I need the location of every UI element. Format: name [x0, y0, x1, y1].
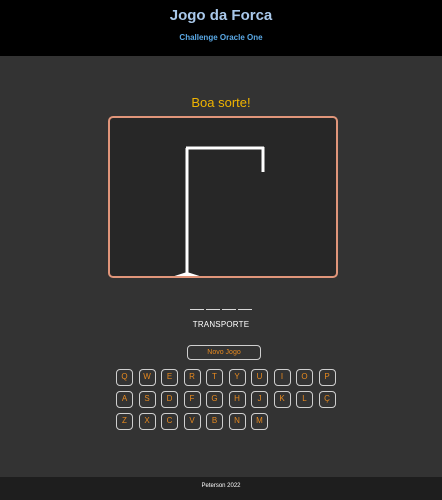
- header: Jogo da Forca Challenge Oracle One: [0, 0, 442, 56]
- new-game-button[interactable]: Novo Jogo: [187, 345, 261, 360]
- key-p[interactable]: P: [318, 369, 336, 386]
- letter-slot: [222, 309, 236, 310]
- key-y[interactable]: Y: [228, 369, 246, 386]
- key-t[interactable]: T: [206, 369, 223, 386]
- key-v[interactable]: V: [183, 413, 201, 430]
- key-l[interactable]: L: [296, 391, 313, 408]
- key-z[interactable]: Z: [116, 413, 133, 430]
- footer: Peterson 2022: [0, 477, 442, 500]
- key-s[interactable]: S: [138, 391, 156, 408]
- key-x[interactable]: X: [138, 413, 156, 430]
- key-j[interactable]: J: [251, 391, 268, 408]
- key-a[interactable]: A: [116, 391, 133, 408]
- key-m[interactable]: M: [251, 413, 268, 430]
- letter-slot: [238, 309, 252, 310]
- hangman-board: [108, 116, 338, 278]
- key-o[interactable]: O: [296, 369, 313, 386]
- key-r[interactable]: R: [183, 369, 201, 386]
- key-c[interactable]: C: [161, 413, 178, 430]
- page-subtitle: Challenge Oracle One: [179, 33, 263, 42]
- key-ç[interactable]: Ç: [318, 391, 336, 408]
- key-w[interactable]: W: [138, 369, 156, 386]
- gallows-drawing: [174, 146, 265, 276]
- key-h[interactable]: H: [228, 391, 246, 408]
- letter-slot: [190, 309, 204, 310]
- key-b[interactable]: B: [206, 413, 223, 430]
- key-u[interactable]: U: [251, 369, 268, 386]
- gallows-base: [174, 272, 200, 276]
- key-q[interactable]: Q: [116, 369, 133, 386]
- status-message: Boa sorte!: [191, 95, 251, 110]
- letter-slot: [206, 309, 220, 310]
- key-d[interactable]: D: [161, 391, 178, 408]
- key-k[interactable]: K: [273, 391, 291, 408]
- footer-credit: Peterson 2022: [201, 483, 241, 489]
- key-e[interactable]: E: [161, 369, 178, 386]
- key-i[interactable]: I: [273, 369, 291, 386]
- secret-word-slots: [0, 297, 442, 315]
- key-g[interactable]: G: [206, 391, 223, 408]
- key-n[interactable]: N: [228, 413, 246, 430]
- key-f[interactable]: F: [183, 391, 201, 408]
- hint-text: TRANSPORTE: [192, 320, 250, 329]
- page-title: Jogo da Forca: [169, 7, 273, 24]
